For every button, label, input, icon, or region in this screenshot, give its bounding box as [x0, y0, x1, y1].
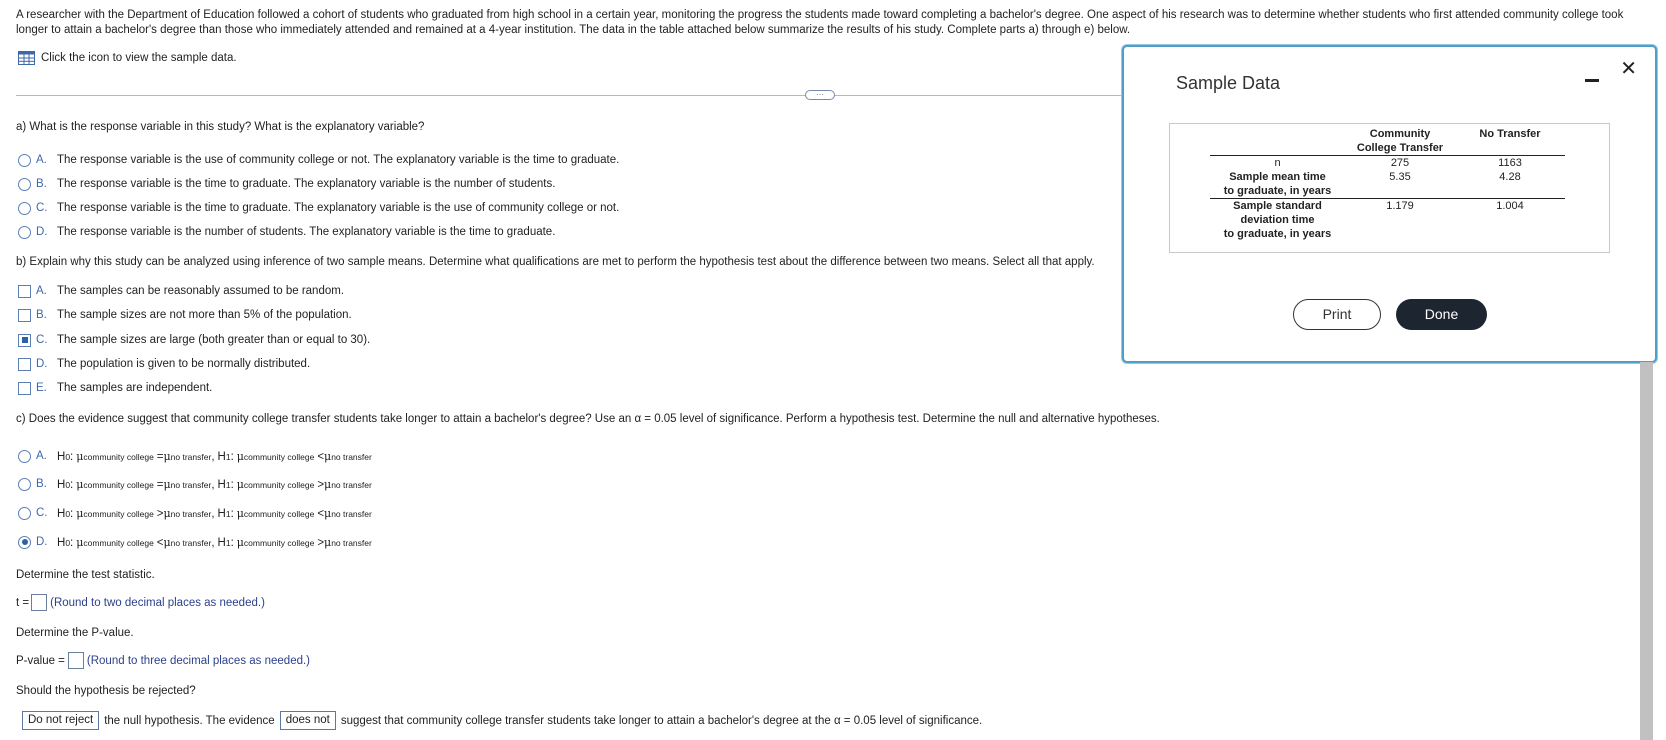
sample-data-table: Community College Transfer No Transfer n …: [1210, 127, 1565, 241]
col-header-no-transfer: No Transfer: [1455, 127, 1565, 156]
checkbox-checked[interactable]: [18, 333, 31, 347]
conclusion-row: Do not reject the null hypothesis. The e…: [16, 711, 982, 730]
radio-button[interactable]: [18, 449, 31, 463]
hypothesis-text: H 0: μ community college < μ no transfer, H 1: μ c…: [57, 535, 372, 549]
t-statistic-input[interactable]: [31, 594, 48, 611]
sample-data-dialog: Sample Data ✕ Community College Transfer …: [1122, 45, 1657, 363]
sample-data-table-frame: Community College Transfer No Transfer n …: [1169, 123, 1610, 253]
part-c-option-b[interactable]: B. H 0: μ community college = μ no transfer, H 1…: [18, 476, 372, 492]
reject-prompt: Should the hypothesis be rejected?: [16, 685, 196, 697]
checkbox[interactable]: [18, 308, 31, 322]
part-a-question: a) What is the response variable in this…: [16, 121, 425, 133]
p-value-prompt: Determine the P-value.: [16, 627, 134, 639]
hypothesis-text: H 0: μ community college = μ no transfer, H 1: μ c…: [57, 449, 372, 463]
part-a-option-a[interactable]: A. The response variable is the use of c…: [18, 152, 619, 168]
close-icon[interactable]: ✕: [1620, 59, 1637, 79]
radio-button[interactable]: [18, 506, 31, 520]
evidence-dropdown[interactable]: does not: [279, 711, 336, 730]
view-sample-data-text: Click the icon to view the sample data.: [41, 52, 237, 64]
reject-decision-dropdown[interactable]: Do not reject: [22, 711, 100, 730]
vertical-scrollbar[interactable]: [1640, 362, 1653, 740]
part-b-option-b[interactable]: B. The sample sizes are not more than 5%…: [18, 307, 352, 323]
part-c-option-d[interactable]: D. H 0: μ community college < μ no transfer, H 1…: [18, 534, 372, 550]
hypothesis-text: H 0: μ community college > μ no transfer, H 1: μ c…: [57, 506, 372, 520]
part-b-option-e[interactable]: E. The samples are independent.: [18, 380, 212, 396]
part-a-option-b[interactable]: B. The response variable is the time to …: [18, 176, 555, 192]
test-statistic-prompt: Determine the test statistic.: [16, 569, 155, 581]
radio-button[interactable]: [18, 201, 31, 215]
checkbox[interactable]: [18, 357, 31, 371]
dialog-title: Sample Data: [1176, 73, 1281, 93]
table-row: Sample standard deviation time to graduate…: [1210, 198, 1565, 241]
part-c-question: c) Does the evidence suggest that commun…: [16, 413, 1160, 425]
radio-button[interactable]: [18, 477, 31, 491]
table-icon: [18, 51, 35, 65]
part-c-option-c[interactable]: C. H 0: μ community college > μ no transfer, H 1…: [18, 505, 372, 521]
hypothesis-text: H 0: μ community college = μ no transfer, H 1: μ c…: [57, 477, 372, 491]
checkbox[interactable]: [18, 381, 31, 395]
p-value-input[interactable]: [67, 652, 84, 669]
section-divider: [16, 95, 1126, 96]
part-b-option-a[interactable]: A. The samples can be reasonably assumed…: [18, 283, 344, 299]
table-row: Sample mean time to graduate, in years 5.…: [1223, 171, 1521, 197]
part-b-option-c[interactable]: C. The sample sizes are large (both grea…: [18, 332, 370, 348]
view-sample-data-link[interactable]: Click the icon to view the sample data.: [18, 50, 237, 66]
p-value-row: P-value = (Round to three decimal places…: [16, 652, 310, 669]
radio-button[interactable]: [18, 177, 31, 191]
done-button[interactable]: Done: [1396, 299, 1487, 330]
part-a-option-d[interactable]: D. The response variable is the number o…: [18, 224, 555, 240]
radio-button[interactable]: [18, 153, 31, 167]
table-row: n 275 1163: [1274, 157, 1522, 169]
expand-button[interactable]: ···: [805, 90, 835, 100]
checkbox[interactable]: [18, 284, 31, 298]
radio-button-selected[interactable]: [18, 535, 31, 549]
minimize-icon[interactable]: [1585, 79, 1599, 82]
print-button[interactable]: Print: [1293, 299, 1381, 330]
radio-button[interactable]: [18, 225, 31, 239]
col-header-community: Community College Transfer: [1345, 127, 1455, 156]
test-statistic-row: t = (Round to two decimal places as need…: [16, 594, 265, 611]
part-c-option-a[interactable]: A. H 0: μ community college = μ no transfer, H 1…: [18, 448, 372, 464]
part-a-option-c[interactable]: C. The response variable is the time to …: [18, 200, 619, 216]
part-b-question: b) Explain why this study can be analyze…: [16, 256, 1095, 268]
part-b-option-d[interactable]: D. The population is given to be normall…: [18, 356, 310, 372]
problem-statement: A researcher with the Department of Educ…: [16, 9, 1624, 36]
